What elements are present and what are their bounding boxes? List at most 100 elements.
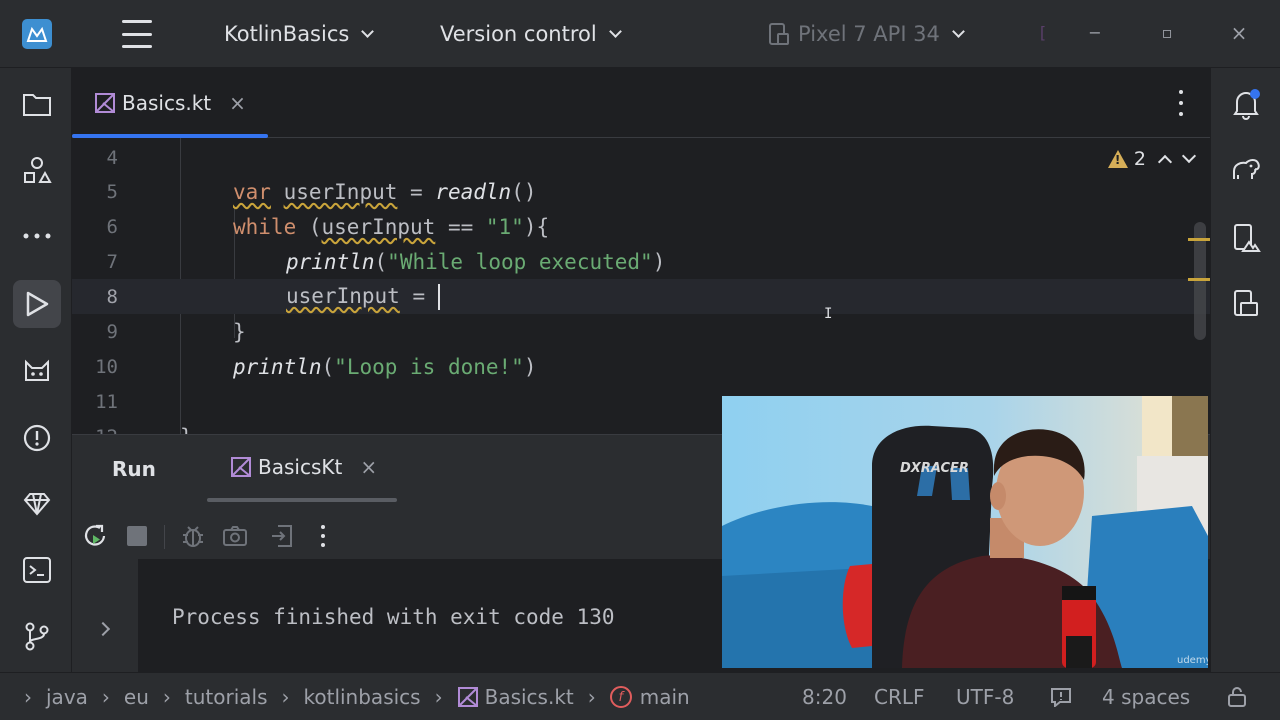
vcs-label: Version control	[440, 22, 597, 46]
more-tools-icon[interactable]	[13, 212, 61, 260]
code-line: 10 println("Loop is done!")	[72, 349, 1210, 384]
maximize-button[interactable]: ▫	[1156, 22, 1178, 44]
line-number: 9	[106, 320, 118, 343]
string-literal: "Loop is done!"	[334, 354, 524, 379]
chevron-right-icon: ›	[587, 685, 596, 709]
git-branch-icon[interactable]	[13, 612, 61, 660]
code-line: 9 }	[72, 314, 1210, 349]
warning-count: 2	[1133, 148, 1146, 170]
editor-tab-label: Basics.kt	[122, 91, 212, 115]
chevron-right-icon[interactable]	[95, 621, 111, 637]
android-studio-logo-icon[interactable]	[22, 19, 52, 49]
debug-icon[interactable]	[178, 521, 208, 551]
caret-position[interactable]: 8:20	[802, 673, 847, 720]
indent-setting[interactable]: 4 spaces	[1102, 673, 1190, 720]
webcam-video-image: DXRACER udemy	[722, 396, 1208, 668]
warning-marker[interactable]	[1188, 278, 1210, 281]
run-tool-icon[interactable]	[13, 280, 61, 328]
problems-icon[interactable]	[13, 414, 61, 462]
file-encoding[interactable]: UTF-8	[956, 673, 1014, 720]
warning-marker[interactable]	[1188, 238, 1210, 241]
identifier-userinput: userInput	[283, 179, 398, 204]
webcam-overlay: DXRACER udemy	[722, 396, 1208, 668]
next-problem-icon[interactable]	[1181, 148, 1197, 164]
chevron-down-icon	[608, 24, 622, 38]
identifier-userinput: userInput	[321, 214, 436, 239]
kotlin-file-icon	[231, 457, 251, 477]
screenshot-icon[interactable]	[220, 521, 250, 551]
chat-icon[interactable]	[1050, 673, 1072, 720]
logcat-icon[interactable]	[13, 348, 61, 396]
function-readln: readln	[435, 179, 512, 204]
paren: )	[652, 249, 666, 274]
line-number: 5	[106, 180, 118, 203]
run-tab-indicator	[207, 498, 397, 502]
minimize-button[interactable]: −	[1084, 22, 1106, 44]
gradle-elephant-icon[interactable]	[1222, 146, 1270, 194]
string-literal: "While loop executed"	[387, 249, 653, 274]
close-window-button[interactable]: ×	[1228, 22, 1250, 44]
operator: =	[397, 179, 436, 204]
gem-icon[interactable]	[13, 480, 61, 528]
warning-icon	[1107, 150, 1128, 168]
line-number: 4	[106, 146, 118, 169]
paren: (	[296, 214, 322, 239]
breadcrumb-item[interactable]: tutorials	[185, 685, 268, 709]
previous-problem-icon[interactable]	[1157, 154, 1173, 170]
function-icon: f	[609, 686, 632, 708]
vcs-menu[interactable]: Version control	[440, 0, 622, 68]
lock-icon[interactable]	[1226, 673, 1248, 720]
project-selector[interactable]: KotlinBasics	[224, 0, 375, 68]
device-manager-icon[interactable]	[1222, 214, 1270, 262]
line-number: 8	[106, 285, 118, 308]
code-line: 7 println("While loop executed")	[72, 244, 1210, 279]
code-line: 4	[72, 140, 1210, 175]
chevron-right-icon: ›	[434, 685, 443, 709]
breadcrumb-item[interactable]: kotlinbasics	[304, 685, 421, 709]
editor-tab-basics-kt[interactable]: Basics.kt ×	[72, 68, 268, 138]
line-separator[interactable]: CRLF	[874, 673, 925, 720]
mouse-text-cursor: I	[824, 306, 833, 322]
run-config-tab[interactable]: BasicsKt ×	[230, 455, 377, 479]
breadcrumb: › java › eu › tutorials › kotlinbasics ›…	[24, 673, 690, 720]
status-bar: › java › eu › tutorials › kotlinbasics ›…	[0, 672, 1280, 720]
close-tab-icon[interactable]: ×	[229, 91, 246, 115]
breadcrumb-item[interactable]: Basics.kt	[485, 685, 574, 709]
terminal-icon[interactable]	[13, 546, 61, 594]
stop-icon[interactable]	[122, 521, 152, 551]
paren: (	[374, 249, 388, 274]
editor-tab-bar: Basics.kt ×	[72, 68, 1210, 138]
notifications-bell-icon[interactable]	[1222, 80, 1270, 128]
breadcrumb-item[interactable]: java	[46, 685, 88, 709]
resource-manager-icon[interactable]	[13, 146, 61, 194]
chevron-down-icon	[952, 24, 965, 38]
paren: ){	[523, 214, 550, 239]
operator: ==	[435, 214, 486, 239]
tab-options-icon[interactable]	[1178, 90, 1184, 116]
breadcrumb-item[interactable]: main	[640, 685, 690, 709]
code-line: 5 var userInput = readln()	[72, 174, 1210, 209]
chevron-down-icon	[361, 24, 375, 38]
close-tab-icon[interactable]: ×	[360, 455, 377, 479]
more-options-icon[interactable]	[308, 521, 338, 551]
chevron-right-icon: ›	[281, 685, 290, 709]
device-name: Pixel 7 API 34	[798, 22, 940, 46]
exit-icon[interactable]	[266, 521, 296, 551]
main-menu-icon[interactable]	[122, 20, 152, 48]
line-number: 11	[95, 390, 118, 413]
function-println: println	[286, 249, 375, 274]
running-devices-icon[interactable]	[1222, 280, 1270, 328]
partial-toolbar-icon[interactable]: [	[1032, 22, 1054, 44]
breadcrumb-item[interactable]: eu	[124, 685, 149, 709]
project-folder-icon[interactable]	[13, 80, 61, 128]
chevron-right-icon: ›	[24, 685, 32, 709]
project-name: KotlinBasics	[224, 22, 350, 46]
run-tab-label: BasicsKt	[258, 455, 343, 479]
paren: (	[321, 354, 335, 379]
brace: }	[233, 319, 246, 344]
code-editor[interactable]: 4 5 var userInput = readln() 6 while (us…	[72, 138, 1210, 434]
keyword-while: while	[233, 214, 297, 239]
inspection-widget[interactable]: 2	[1107, 148, 1197, 170]
rerun-icon[interactable]	[80, 521, 110, 551]
device-selector[interactable]: Pixel 7 API 34	[768, 0, 965, 68]
